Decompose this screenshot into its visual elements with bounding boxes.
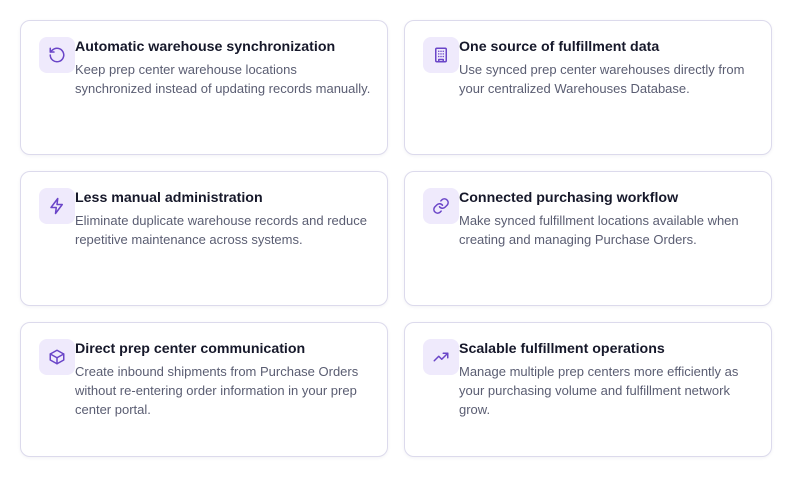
feature-description: Create inbound shipments from Purchase O… bbox=[75, 364, 359, 417]
feature-card-scalable-operations: Scalable fulfillment operations Manage m… bbox=[404, 322, 772, 457]
feature-description: Manage multiple prep centers more effici… bbox=[459, 364, 739, 417]
box-icon bbox=[39, 339, 75, 375]
building-icon bbox=[423, 37, 459, 73]
link-icon bbox=[423, 188, 459, 224]
feature-title: Direct prep center communication bbox=[75, 341, 306, 357]
feature-title: Less manual administration bbox=[75, 190, 263, 206]
lightning-bolt-icon bbox=[39, 188, 75, 224]
feature-description: Keep prep center warehouse locations syn… bbox=[75, 62, 371, 96]
feature-title: Connected purchasing workflow bbox=[459, 190, 679, 206]
feature-description: Use synced prep center warehouses direct… bbox=[459, 62, 745, 96]
feature-grid: Automatic warehouse synchronization Keep… bbox=[0, 0, 792, 484]
feature-card-prep-center-communication: Direct prep center communication Create … bbox=[20, 322, 388, 457]
feature-title: One source of fulfillment data bbox=[459, 39, 660, 55]
feature-card-warehouse-sync: Automatic warehouse synchronization Keep… bbox=[20, 20, 388, 155]
rotate-ccw-icon bbox=[39, 37, 75, 73]
trending-up-icon bbox=[423, 339, 459, 375]
feature-card-purchasing-workflow: Connected purchasing workflow Make synce… bbox=[404, 171, 772, 306]
feature-title: Automatic warehouse synchronization bbox=[75, 39, 336, 55]
feature-description: Make synced fulfillment locations availa… bbox=[459, 213, 739, 247]
feature-description: Eliminate duplicate warehouse records an… bbox=[75, 213, 367, 247]
feature-card-less-admin: Less manual administration Eliminate dup… bbox=[20, 171, 388, 306]
feature-card-fulfillment-data: One source of fulfillment data Use synce… bbox=[404, 20, 772, 155]
feature-title: Scalable fulfillment operations bbox=[459, 341, 665, 357]
